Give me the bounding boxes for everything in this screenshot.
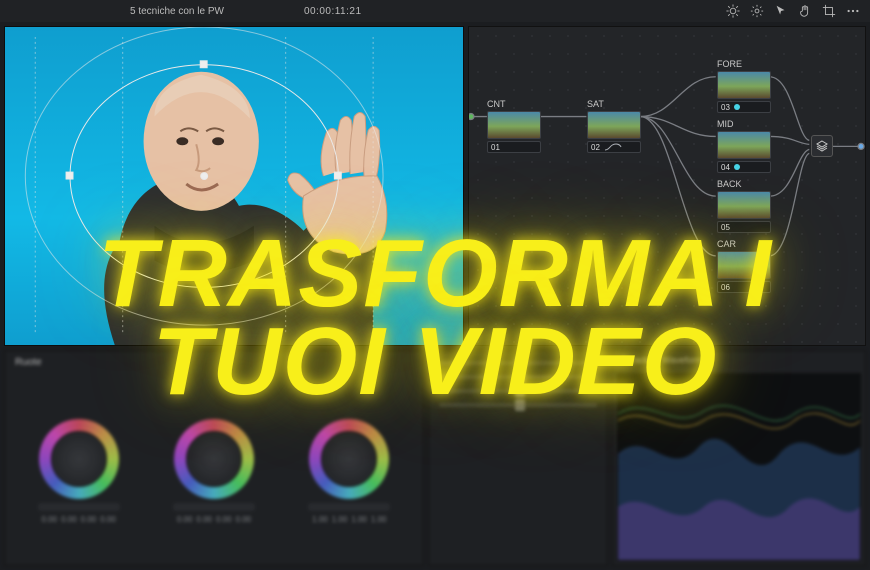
scopes-panel[interactable]: Parade Waveform <box>612 350 866 566</box>
master-slider[interactable] <box>173 503 255 511</box>
slider[interactable] <box>439 403 597 407</box>
master-slider[interactable] <box>38 503 120 511</box>
node-wires <box>469 27 865 345</box>
pointer-icon[interactable] <box>774 4 788 18</box>
node-graph-panel[interactable]: CNT 01 SAT 02 FORE 03 <box>468 26 866 346</box>
brightness-icon[interactable] <box>726 4 740 18</box>
color-wheel[interactable] <box>174 419 254 499</box>
node-number: 03 <box>721 103 730 112</box>
settings-icon[interactable] <box>750 4 764 18</box>
node-tag: 05 <box>717 221 771 233</box>
wheel-gain[interactable]: 1.00 1.00 1.00 1.00 <box>304 419 394 524</box>
slider[interactable] <box>439 361 597 365</box>
overflow-icon[interactable] <box>846 4 860 18</box>
node-tag: 01 <box>487 141 541 153</box>
color-wheels-panel[interactable]: Ruote 0.00 0.00 0.00 0.00 0.0 <box>4 350 424 566</box>
bottom-panels: Ruote 0.00 0.00 0.00 0.00 0.0 <box>4 350 866 566</box>
qualifier-dot-icon <box>734 104 740 110</box>
app-root: 5 tecniche con le PW 00:00:11:21 <box>0 0 870 570</box>
node-tag: 04 <box>717 161 771 173</box>
node-cnt[interactable]: CNT 01 <box>487 99 541 153</box>
project-title: 5 tecniche con le PW <box>130 6 224 17</box>
timecode-display[interactable]: 00:00:11:21 <box>304 6 362 17</box>
master-slider[interactable] <box>308 503 390 511</box>
curve-icon <box>604 144 637 150</box>
adjustments-panel[interactable] <box>428 350 608 566</box>
node-thumbnail <box>717 191 771 219</box>
qualifier-dot-icon <box>734 164 740 170</box>
color-wheel[interactable] <box>39 419 119 499</box>
scope-tab[interactable]: Waveform <box>662 355 703 365</box>
node-back[interactable]: BACK 05 <box>717 179 771 233</box>
node-number: 02 <box>591 143 600 152</box>
top-bar: 5 tecniche con le PW 00:00:11:21 <box>0 0 870 22</box>
node-thumbnail <box>717 71 771 99</box>
node-label: CNT <box>487 99 541 109</box>
slider[interactable] <box>439 389 597 393</box>
node-tag: 06 <box>717 281 771 293</box>
node-label: BACK <box>717 179 771 189</box>
color-wheel[interactable] <box>309 419 389 499</box>
slider[interactable] <box>439 375 597 379</box>
crop-icon[interactable] <box>822 4 836 18</box>
node-thumbnail <box>487 111 541 139</box>
subject-figure <box>104 72 387 345</box>
node-tag: 03 <box>717 101 771 113</box>
node-number: 04 <box>721 163 730 172</box>
node-number: 05 <box>721 223 730 232</box>
toolbar <box>726 4 860 18</box>
node-sat[interactable]: SAT 02 <box>587 99 641 153</box>
wheel-row: 0.00 0.00 0.00 0.00 0.00 0.00 0.00 0.00 <box>5 374 423 565</box>
node-label: SAT <box>587 99 641 109</box>
wheel-values: 0.00 0.00 0.00 0.00 <box>177 515 251 524</box>
wheel-lift[interactable]: 0.00 0.00 0.00 0.00 <box>34 419 124 524</box>
parallel-mixer-node[interactable] <box>811 135 833 157</box>
hand-icon[interactable] <box>798 4 812 18</box>
viewer-canvas <box>5 27 463 345</box>
wheel-values: 0.00 0.00 0.00 0.00 <box>42 515 116 524</box>
node-thumbnail <box>717 131 771 159</box>
node-label: CAR <box>717 239 771 249</box>
node-label: FORE <box>717 59 771 69</box>
wheel-gamma[interactable]: 0.00 0.00 0.00 0.00 <box>169 419 259 524</box>
node-label: MID <box>717 119 771 129</box>
panel-header: Ruote <box>5 351 423 374</box>
node-car[interactable]: CAR 06 <box>717 239 771 293</box>
node-number: 01 <box>491 143 500 152</box>
node-thumbnail <box>587 111 641 139</box>
node-number: 06 <box>721 283 730 292</box>
viewer-panel[interactable] <box>4 26 464 346</box>
wheel-values: 1.00 1.00 1.00 1.00 <box>312 515 386 524</box>
layers-icon <box>816 140 828 152</box>
node-mid[interactable]: MID 04 <box>717 119 771 173</box>
scope-display <box>617 373 861 561</box>
scope-tabs: Parade Waveform <box>613 351 865 369</box>
node-tag: 02 <box>587 141 641 153</box>
node-fore[interactable]: FORE 03 <box>717 59 771 113</box>
scope-tab[interactable]: Parade <box>621 355 650 365</box>
node-thumbnail <box>717 251 771 279</box>
